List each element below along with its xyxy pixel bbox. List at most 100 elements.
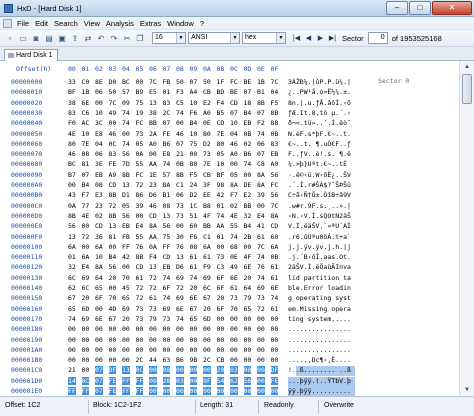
hex-byte[interactable]: B8: [203, 202, 211, 210]
hex-byte[interactable]: 00: [271, 325, 279, 333]
hex-byte[interactable]: 4E: [230, 212, 238, 220]
hex-byte[interactable]: 36: [95, 233, 103, 241]
hex-byte[interactable]: 4E: [68, 130, 76, 138]
hex-byte[interactable]: F5: [271, 99, 279, 107]
hex-byte[interactable]: 7C: [257, 243, 265, 251]
hex-byte[interactable]: BD: [217, 88, 225, 96]
hex-byte[interactable]: 00: [189, 366, 198, 375]
hex-byte[interactable]: AA: [217, 222, 225, 230]
hex-byte[interactable]: 08: [82, 150, 90, 158]
hex-byte[interactable]: FF: [122, 387, 130, 395]
hex-byte[interactable]: 20: [109, 274, 117, 282]
hex-byte[interactable]: 1E: [149, 171, 157, 179]
hex-byte[interactable]: 74: [217, 212, 225, 220]
hex-byte[interactable]: 00: [243, 366, 252, 375]
hex-byte[interactable]: 8B: [122, 171, 130, 179]
hex-byte[interactable]: 13: [149, 99, 157, 107]
hex-byte[interactable]: 04: [271, 88, 279, 96]
hex-byte[interactable]: 74: [163, 274, 171, 282]
row-text[interactable]: .....,Dc¶›,Ë....: [288, 356, 351, 364]
hex-byte[interactable]: 00: [176, 346, 184, 354]
hex-byte[interactable]: 6A: [203, 243, 211, 251]
row-text[interactable]: ................: [288, 346, 351, 354]
hex-row[interactable]: 000000C0 0A 77 23 72 05 39 46 08 73 1C B8 01 02 BB 00 7C…: [0, 202, 459, 212]
row-text[interactable]: ÿÿ.þÿÿ..........: [288, 387, 351, 395]
hex-byte[interactable]: 65: [122, 294, 130, 302]
hex-byte[interactable]: 07: [257, 109, 265, 117]
hex-byte[interactable]: 02: [244, 140, 252, 148]
hex-byte[interactable]: 69: [176, 294, 184, 302]
first-sector-icon[interactable]: |◀: [291, 32, 302, 44]
hex-byte[interactable]: 07: [95, 387, 103, 395]
hex-byte[interactable]: 00: [230, 356, 238, 364]
row-text[interactable]: em.Missing opera: [288, 305, 351, 313]
row-text[interactable]: g operating syst: [288, 294, 351, 302]
hex-byte[interactable]: 05: [136, 140, 144, 148]
hex-byte[interactable]: 00: [271, 356, 279, 364]
hex-byte[interactable]: 83: [68, 109, 76, 117]
hex-byte[interactable]: FE: [108, 387, 117, 395]
hex-byte[interactable]: 39: [257, 191, 265, 199]
hex-row[interactable]: 00000170 74 69 6E 67 20 73 79 73 74 65 6D 00 00 00 00 00…: [0, 315, 459, 325]
hex-byte[interactable]: 50: [203, 78, 211, 86]
hex-byte[interactable]: 6C: [68, 274, 76, 282]
hex-byte[interactable]: 8A: [230, 181, 238, 189]
hex-byte[interactable]: 00: [217, 315, 225, 323]
hex-byte[interactable]: F5: [190, 171, 198, 179]
hex-byte[interactable]: 80: [68, 140, 76, 148]
hex-byte[interactable]: B1: [163, 191, 171, 199]
hex-byte[interactable]: 79: [244, 294, 252, 302]
hex-byte[interactable]: 73: [136, 305, 144, 313]
hex-byte[interactable]: FE: [108, 376, 117, 385]
hex-byte[interactable]: 57: [163, 171, 171, 179]
hex-byte[interactable]: FF: [68, 387, 76, 395]
hex-byte[interactable]: 38: [149, 109, 157, 117]
row-text[interactable]: 3ÀŽÐ¼.|ûP.P.ü¾.|: [288, 78, 351, 86]
hex-byte[interactable]: 8A: [271, 212, 279, 220]
hex-row[interactable]: 00000190 00 00 00 00 00 00 00 00 00 00 00 00 00 00 00 00…: [0, 336, 459, 346]
hex-byte[interactable]: A9: [109, 171, 117, 179]
hex-byte[interactable]: 00: [68, 325, 76, 333]
hex-byte[interactable]: 70: [230, 305, 238, 313]
hex-byte[interactable]: 07: [82, 171, 90, 179]
hex-byte[interactable]: 06: [95, 88, 103, 96]
hex-byte[interactable]: CD: [271, 222, 279, 230]
maximize-button[interactable]: □: [409, 1, 431, 15]
hex-row[interactable]: 00000060 80 7E 04 0C 74 05 A0 B6 07 75 D2 80 46 02 06 83…: [0, 140, 459, 150]
row-text[interactable]: ‹N.‹V.Í.sQOtN2äŠ: [288, 212, 351, 220]
hex-byte[interactable]: 60: [271, 233, 279, 241]
hex-byte[interactable]: EE: [203, 191, 211, 199]
hex-byte[interactable]: 00: [257, 202, 265, 210]
hex-byte[interactable]: 13: [163, 212, 171, 220]
hex-byte[interactable]: 56: [122, 150, 130, 158]
hex-byte[interactable]: AC: [82, 119, 90, 127]
hex-byte[interactable]: 55: [136, 233, 144, 241]
hex-byte[interactable]: 00: [189, 387, 198, 395]
hex-byte[interactable]: 00: [95, 346, 103, 354]
hex-byte[interactable]: 74: [163, 160, 171, 168]
hex-byte[interactable]: B7: [68, 171, 76, 179]
hex-byte[interactable]: 0C: [135, 366, 144, 375]
hex-row[interactable]: 00000090 B7 07 EB A9 8B FC 1E 57 8B F5 CB BF 05 00 8A 56…: [0, 171, 459, 181]
hex-byte[interactable]: 8A: [257, 181, 265, 189]
hex-byte[interactable]: 65: [190, 315, 198, 323]
hex-byte[interactable]: 62: [230, 376, 238, 385]
hex-byte[interactable]: 69: [176, 274, 184, 282]
chevron-down-icon[interactable]: ▼: [176, 33, 185, 43]
hex-byte[interactable]: B6: [176, 356, 184, 364]
hex-byte[interactable]: CD: [136, 263, 144, 271]
hex-byte[interactable]: C8: [257, 160, 265, 168]
hex-byte[interactable]: A0: [149, 140, 157, 148]
hex-byte[interactable]: 74: [176, 109, 184, 117]
hex-byte[interactable]: 4E: [82, 212, 90, 220]
undo-icon[interactable]: ↶: [95, 32, 107, 44]
hex-byte[interactable]: 61: [203, 253, 211, 261]
hex-byte[interactable]: 00: [257, 325, 265, 333]
hex-byte[interactable]: 6F: [217, 284, 225, 292]
hex-byte[interactable]: 33: [68, 78, 76, 86]
hex-byte[interactable]: B4: [244, 109, 252, 117]
hex-byte[interactable]: 6E: [230, 274, 238, 282]
hex-byte[interactable]: 10: [95, 109, 103, 117]
hex-byte[interactable]: 8B: [136, 253, 144, 261]
hex-byte[interactable]: 74: [257, 274, 265, 282]
